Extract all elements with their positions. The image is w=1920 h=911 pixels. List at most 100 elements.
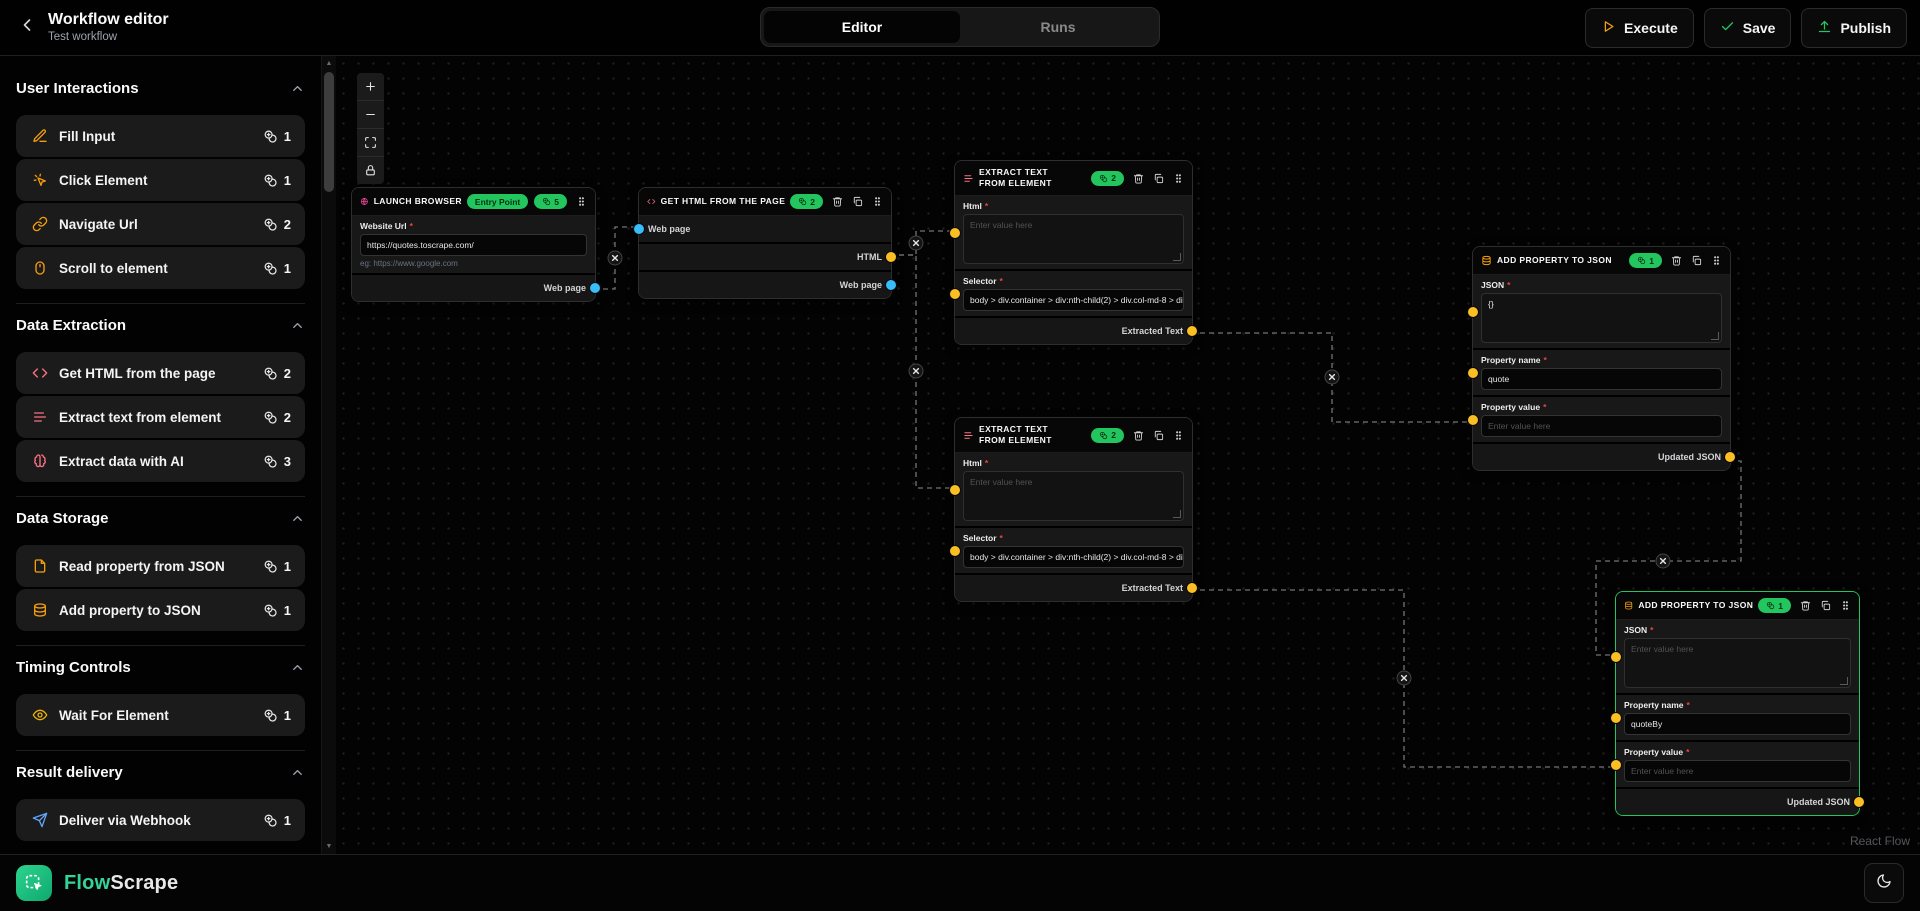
output-handle-html[interactable] bbox=[885, 251, 897, 263]
sidebar-item-scroll-to-element[interactable]: Scroll to element1 bbox=[16, 247, 305, 289]
input-handle-json[interactable] bbox=[1467, 306, 1479, 318]
drag-handle[interactable] bbox=[576, 196, 587, 207]
flow-canvas[interactable]: LAUNCH BROWSEREntry Point5Website Url*ht… bbox=[336, 56, 1920, 854]
textarea-json[interactable]: Enter value here bbox=[1624, 638, 1851, 688]
input-handle-selector[interactable] bbox=[949, 288, 961, 300]
sidebar-item-wait-for-element[interactable]: Wait For Element1 bbox=[16, 694, 305, 736]
section-header-user-interactions[interactable]: User Interactions bbox=[16, 80, 305, 97]
textarea-html[interactable]: Enter value here bbox=[963, 214, 1184, 264]
node-add-property-to-json-2[interactable]: ADD PROPERTY TO JSON1JSON*Enter value he… bbox=[1615, 591, 1860, 816]
fit-view-button[interactable] bbox=[357, 129, 384, 157]
output-handle-web-page[interactable] bbox=[885, 279, 897, 291]
node-get-html-from-the-page[interactable]: GET HTML FROM THE PAGE2Web pageHTMLWeb p… bbox=[638, 187, 892, 299]
edge-delete-button-html-to-extract-1[interactable] bbox=[909, 236, 923, 250]
input-website-url[interactable]: https://quotes.toscrape.com/ bbox=[360, 234, 587, 256]
output-label: Updated JSON bbox=[1787, 797, 1850, 807]
input-handle-json[interactable] bbox=[1610, 651, 1622, 663]
sidebar-scrollbar[interactable]: ▲ ▼ bbox=[322, 56, 336, 854]
zoom-in-button[interactable] bbox=[357, 73, 384, 101]
delete-node-button[interactable] bbox=[1133, 430, 1144, 441]
output-handle-updated-json[interactable] bbox=[1724, 451, 1736, 463]
sidebar-item-read-property-from-json[interactable]: Read property from JSON1 bbox=[16, 545, 305, 587]
sidebar-item-deliver-via-webhook[interactable]: Deliver via Webhook1 bbox=[16, 799, 305, 841]
input-selector[interactable]: body > div.container > div:nth-child(2) … bbox=[963, 289, 1184, 311]
resize-handle[interactable] bbox=[1173, 253, 1181, 261]
duplicate-node-button[interactable] bbox=[1691, 255, 1702, 266]
input-property-name[interactable]: quoteBy bbox=[1624, 713, 1851, 735]
input-handle-property-value[interactable] bbox=[1467, 414, 1479, 426]
edge-delete-button-addprop1-to-addprop2[interactable] bbox=[1656, 554, 1670, 568]
node-launch-browser[interactable]: LAUNCH BROWSEREntry Point5Website Url*ht… bbox=[351, 187, 596, 302]
edge-delete-button-extract2-to-addprop2[interactable] bbox=[1397, 671, 1411, 685]
duplicate-node-button[interactable] bbox=[1153, 173, 1164, 184]
input-property-name[interactable]: quote bbox=[1481, 368, 1722, 390]
sidebar-item-extract-text-from-element[interactable]: Extract text from element2 bbox=[16, 396, 305, 438]
execute-button[interactable]: Execute bbox=[1585, 8, 1694, 48]
drag-handle[interactable] bbox=[872, 196, 883, 207]
input-handle-html[interactable] bbox=[949, 484, 961, 496]
node-header[interactable]: LAUNCH BROWSEREntry Point5 bbox=[352, 188, 595, 216]
sidebar-item-fill-input[interactable]: Fill Input1 bbox=[16, 115, 305, 157]
textarea-html[interactable]: Enter value here bbox=[963, 471, 1184, 521]
section-header-data-storage[interactable]: Data Storage bbox=[16, 510, 305, 527]
node-add-property-to-json-1[interactable]: ADD PROPERTY TO JSON1JSON*{}Property nam… bbox=[1472, 246, 1731, 471]
input-handle-html[interactable] bbox=[949, 227, 961, 239]
edge-delete-button-extract1-to-addprop1[interactable] bbox=[1325, 370, 1339, 384]
lock-button[interactable] bbox=[357, 157, 384, 184]
node-header[interactable]: GET HTML FROM THE PAGE2 bbox=[639, 188, 891, 216]
textarea-json[interactable]: {} bbox=[1481, 293, 1722, 343]
input-handle-property-name[interactable] bbox=[1610, 712, 1622, 724]
input-property-value[interactable]: Enter value here bbox=[1481, 415, 1722, 437]
output-handle-updated-json[interactable] bbox=[1853, 796, 1865, 808]
section-header-result-delivery[interactable]: Result delivery bbox=[16, 764, 305, 781]
delete-node-button[interactable] bbox=[832, 196, 843, 207]
node-header[interactable]: ADD PROPERTY TO JSON1 bbox=[1473, 247, 1730, 275]
output-handle-extracted-text[interactable] bbox=[1186, 325, 1198, 337]
edge-delete-button-launch-to-gethtml[interactable] bbox=[608, 251, 622, 265]
node-header[interactable]: EXTRACT TEXT FROM ELEMENT2 bbox=[955, 161, 1192, 196]
tab-runs[interactable]: Runs bbox=[960, 11, 1156, 43]
resize-handle[interactable] bbox=[1840, 677, 1848, 685]
drag-handle[interactable] bbox=[1840, 600, 1851, 611]
section-header-timing-controls[interactable]: Timing Controls bbox=[16, 659, 305, 676]
input-handle-property-value[interactable] bbox=[1610, 759, 1622, 771]
drag-handle[interactable] bbox=[1173, 430, 1184, 441]
sidebar-item-extract-data-with-ai[interactable]: Extract data with AI3 bbox=[16, 440, 305, 482]
input-handle-web-page[interactable] bbox=[633, 223, 645, 235]
input-handle-property-name[interactable] bbox=[1467, 367, 1479, 379]
section-header-data-extraction[interactable]: Data Extraction bbox=[16, 317, 305, 334]
node-extract-text-from-element-1[interactable]: EXTRACT TEXT FROM ELEMENT2Html*Enter val… bbox=[954, 160, 1193, 345]
zoom-out-button[interactable] bbox=[357, 101, 384, 129]
resize-handle[interactable] bbox=[1711, 332, 1719, 340]
tab-editor[interactable]: Editor bbox=[764, 11, 960, 43]
output-handle-web-page[interactable] bbox=[589, 282, 601, 294]
resize-handle[interactable] bbox=[1173, 510, 1181, 518]
drag-handle[interactable] bbox=[1173, 173, 1184, 184]
drag-handle[interactable] bbox=[1711, 255, 1722, 266]
node-header[interactable]: ADD PROPERTY TO JSON1 bbox=[1616, 592, 1859, 620]
duplicate-node-button[interactable] bbox=[1153, 430, 1164, 441]
input-handle-selector[interactable] bbox=[949, 545, 961, 557]
delete-node-button[interactable] bbox=[1671, 255, 1682, 266]
edge-delete-button-html-to-extract-2[interactable] bbox=[909, 364, 923, 378]
delete-node-button[interactable] bbox=[1800, 600, 1811, 611]
scrollbar-thumb[interactable] bbox=[324, 72, 334, 192]
scroll-down-arrow[interactable]: ▼ bbox=[322, 840, 336, 853]
delete-node-button[interactable] bbox=[1133, 173, 1144, 184]
sidebar-item-navigate-url[interactable]: Navigate Url2 bbox=[16, 203, 305, 245]
input-selector[interactable]: body > div.container > div:nth-child(2) … bbox=[963, 546, 1184, 568]
sidebar-item-click-element[interactable]: Click Element1 bbox=[16, 159, 305, 201]
duplicate-node-button[interactable] bbox=[1820, 600, 1831, 611]
node-header[interactable]: EXTRACT TEXT FROM ELEMENT2 bbox=[955, 418, 1192, 453]
duplicate-node-button[interactable] bbox=[852, 196, 863, 207]
input-property-value[interactable]: Enter value here bbox=[1624, 760, 1851, 782]
output-handle-extracted-text[interactable] bbox=[1186, 582, 1198, 594]
sidebar-item-add-property-to-json[interactable]: Add property to JSON1 bbox=[16, 589, 305, 631]
scroll-up-arrow[interactable]: ▲ bbox=[322, 57, 336, 70]
sidebar-item-get-html-from-page[interactable]: Get HTML from the page2 bbox=[16, 352, 305, 394]
theme-toggle-button[interactable] bbox=[1864, 863, 1904, 903]
publish-button[interactable]: Publish bbox=[1801, 8, 1907, 48]
back-button[interactable] bbox=[14, 15, 40, 41]
node-extract-text-from-element-2[interactable]: EXTRACT TEXT FROM ELEMENT2Html*Enter val… bbox=[954, 417, 1193, 602]
save-button[interactable]: Save bbox=[1704, 8, 1792, 48]
